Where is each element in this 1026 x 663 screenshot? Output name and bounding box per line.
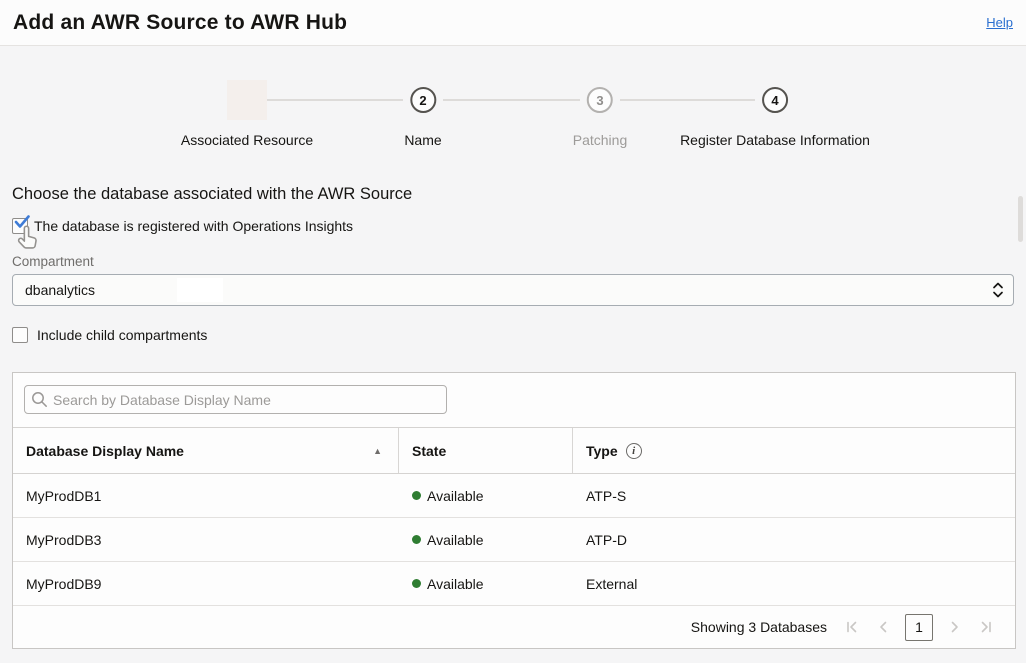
pagination-last-button[interactable]	[979, 620, 993, 634]
search-input[interactable]	[24, 385, 447, 414]
cell-type: ATP-S	[573, 474, 1015, 517]
step-register-database-information[interactable]: 4 Register Database Information	[680, 87, 870, 148]
step-number-badge: 2	[410, 87, 436, 113]
table-footer: Showing 3 Databases 1	[13, 606, 1015, 648]
include-child-compartments-checkbox[interactable]	[12, 327, 28, 343]
step-number-badge: 3	[587, 87, 613, 113]
wizard-body: Choose the database associated with the …	[0, 185, 1026, 649]
registered-checkbox-label: The database is registered with Operatio…	[34, 218, 353, 234]
available-status-icon	[412, 491, 421, 500]
column-header-database-display-name[interactable]: Database Display Name ▲	[13, 428, 399, 473]
cell-state: Available	[399, 518, 573, 561]
table-row[interactable]: MyProdDB3 Available ATP-D	[13, 518, 1015, 562]
step-label: Associated Resource	[181, 132, 313, 148]
table-header-row: Database Display Name ▲ State Type i	[13, 427, 1015, 474]
scrollbar-thumb[interactable]	[1018, 196, 1023, 242]
step-name[interactable]: 2 Name	[404, 87, 441, 148]
next-page-icon	[949, 620, 961, 634]
info-icon[interactable]: i	[626, 443, 642, 459]
current-page-indicator[interactable]: 1	[905, 614, 933, 641]
cell-type: External	[573, 562, 1015, 605]
search-icon	[31, 391, 48, 408]
database-table-panel: Database Display Name ▲ State Type i MyP…	[12, 372, 1016, 649]
search-box	[24, 385, 447, 414]
pagination-previous-button[interactable]	[877, 620, 889, 634]
registered-checkbox-row: The database is registered with Operatio…	[12, 218, 1014, 234]
column-header-state: State	[399, 428, 573, 473]
select-updown-icon	[992, 282, 1004, 299]
sort-ascending-icon[interactable]: ▲	[373, 446, 382, 456]
pagination-first-button[interactable]	[845, 620, 859, 634]
step-label: Patching	[573, 132, 627, 148]
compartment-label: Compartment	[12, 254, 1014, 269]
available-status-icon	[412, 579, 421, 588]
table-search-row	[13, 373, 1015, 427]
row-count-summary: Showing 3 Databases	[691, 619, 827, 635]
step-label: Register Database Information	[680, 132, 870, 148]
stepper-connector	[443, 99, 580, 101]
cell-database-name: MyProdDB3	[13, 518, 399, 561]
current-step-highlight	[227, 80, 267, 120]
compartment-select[interactable]: dbanalytics	[12, 274, 1014, 306]
previous-page-icon	[877, 620, 889, 634]
page-title: Add an AWR Source to AWR Hub	[13, 11, 347, 35]
cell-state: Available	[399, 474, 573, 517]
cell-type: ATP-D	[573, 518, 1015, 561]
column-header-type: Type i	[573, 428, 1015, 473]
step-patching: 3 Patching	[573, 87, 627, 148]
wizard-stepper: 1 Associated Resource 2 Name 3 Patching …	[0, 46, 1026, 149]
redacted-area	[177, 278, 223, 302]
include-child-checkbox-row: Include child compartments	[12, 327, 1014, 343]
table-row[interactable]: MyProdDB9 Available External	[13, 562, 1015, 606]
step-number-badge: 4	[762, 87, 788, 113]
cell-state: Available	[399, 562, 573, 605]
step-label: Name	[404, 132, 441, 148]
mouse-cursor-icon	[14, 225, 41, 252]
first-page-icon	[845, 620, 859, 634]
last-page-icon	[979, 620, 993, 634]
include-child-checkbox-label: Include child compartments	[37, 327, 207, 343]
cell-database-name: MyProdDB1	[13, 474, 399, 517]
compartment-selected-value: dbanalytics	[25, 282, 95, 298]
pagination-next-button[interactable]	[949, 620, 961, 634]
help-link[interactable]: Help	[986, 15, 1013, 30]
page-header: Add an AWR Source to AWR Hub Help	[0, 0, 1026, 46]
table-row[interactable]: MyProdDB1 Available ATP-S	[13, 474, 1015, 518]
available-status-icon	[412, 535, 421, 544]
cell-database-name: MyProdDB9	[13, 562, 399, 605]
section-heading: Choose the database associated with the …	[12, 185, 1014, 204]
